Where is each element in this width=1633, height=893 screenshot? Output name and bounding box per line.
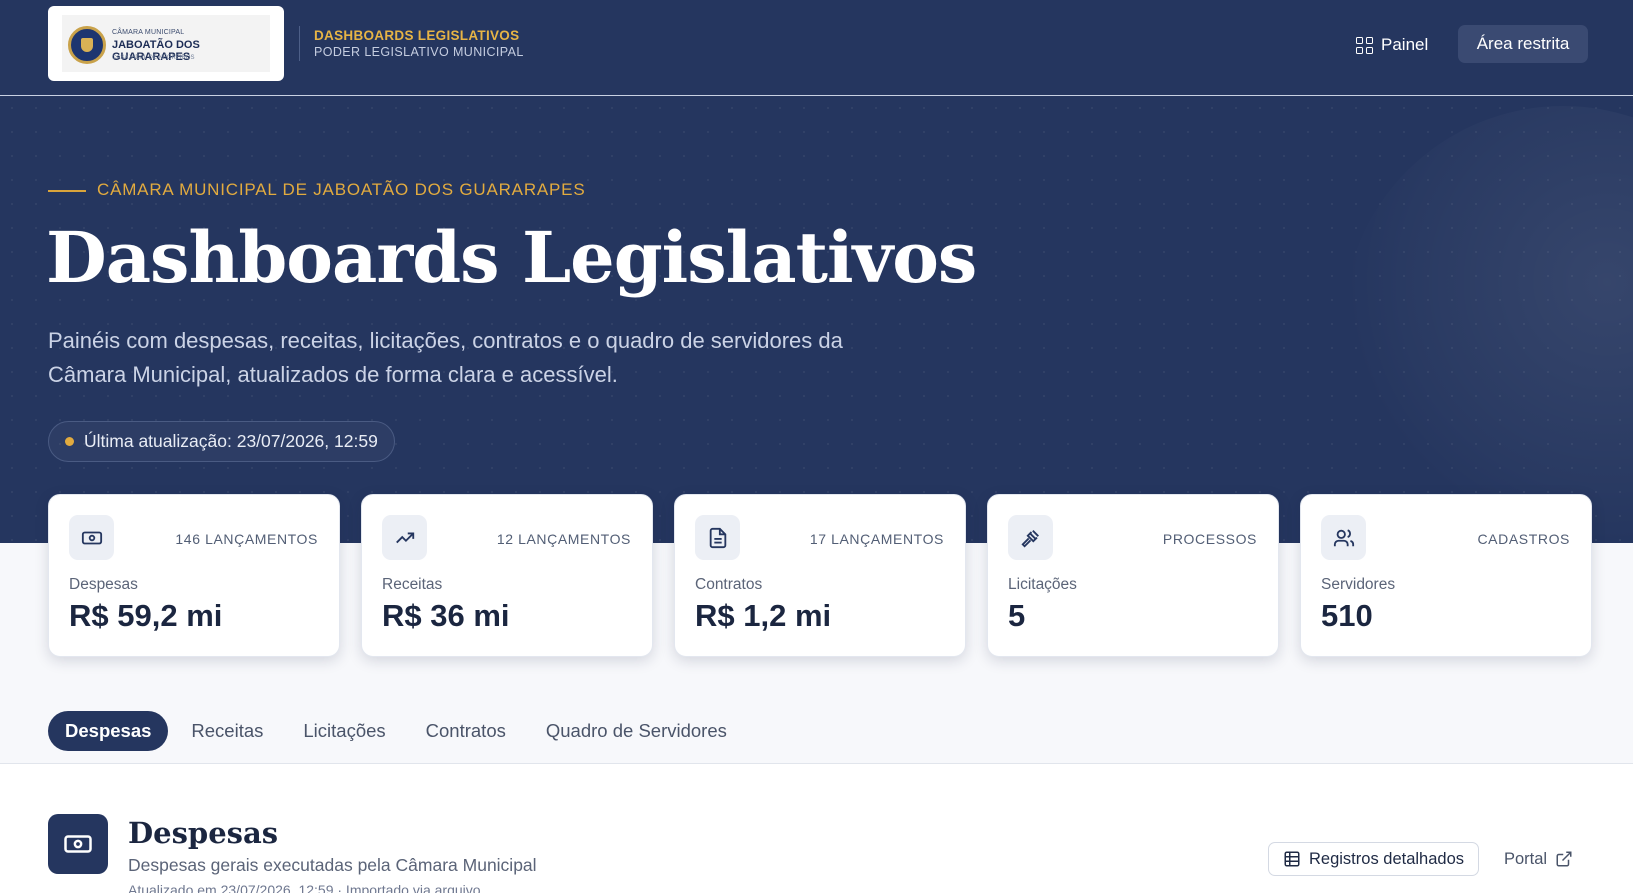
registros-label: Registros detalhados bbox=[1309, 849, 1465, 868]
external-link-icon bbox=[1556, 851, 1572, 867]
portal-label: Portal bbox=[1504, 849, 1548, 868]
registros-detalhados-button[interactable]: Registros detalhados bbox=[1268, 842, 1480, 876]
card-label: Receitas bbox=[382, 576, 443, 593]
brand-title: DASHBOARDS LEGISLATIVOS bbox=[314, 28, 520, 43]
section-meta: Atualizado em 23/07/2026, 12:59 · Import… bbox=[128, 882, 481, 893]
nav-painel-label: Painel bbox=[1381, 35, 1429, 54]
money-icon bbox=[48, 814, 108, 874]
logo-image: CÂMARA MUNICIPAL JABOATÃO DOS GUARARAPES… bbox=[62, 15, 270, 72]
hero-decoration bbox=[1343, 106, 1633, 543]
status-dot-icon bbox=[65, 437, 74, 446]
users-icon bbox=[1321, 515, 1366, 560]
camara-logo[interactable]: CÂMARA MUNICIPAL JABOATÃO DOS GUARARAPES… bbox=[48, 6, 284, 81]
card-badge: 12 LANÇAMENTOS bbox=[496, 531, 631, 547]
card-value: 5 bbox=[1008, 598, 1026, 633]
card-badge: PROCESSOS bbox=[1162, 531, 1257, 547]
tab-receitas[interactable]: Receitas bbox=[174, 711, 280, 751]
stat-card-receitas[interactable]: 12 LANÇAMENTOS Receitas R$ 36 mi bbox=[361, 494, 653, 657]
money-icon bbox=[69, 515, 114, 560]
card-value: R$ 1,2 mi bbox=[695, 598, 832, 633]
gavel-icon bbox=[1008, 515, 1053, 560]
card-label: Licitações bbox=[1008, 576, 1077, 593]
last-update-text: Última atualização: 23/07/2026, 12:59 bbox=[84, 431, 378, 451]
eyebrow-line bbox=[48, 190, 86, 192]
dashboard-tabs: Despesas Receitas Licitações Contratos Q… bbox=[48, 711, 750, 751]
brand-subtitle: PODER LEGISLATIVO MUNICIPAL bbox=[314, 45, 524, 59]
stat-card-contratos[interactable]: 17 LANÇAMENTOS Contratos R$ 1,2 mi bbox=[674, 494, 966, 657]
card-label: Servidores bbox=[1321, 576, 1396, 593]
despesas-section: Despesas Despesas gerais executadas pela… bbox=[0, 764, 1633, 893]
card-value: R$ 59,2 mi bbox=[69, 598, 223, 633]
last-update-badge: Última atualização: 23/07/2026, 12:59 bbox=[48, 421, 395, 462]
logo-small-text: CÂMARA MUNICIPAL bbox=[112, 29, 185, 36]
hero-section: CÂMARA MUNICIPAL DE JABOATÃO DOS GUARARA… bbox=[0, 96, 1633, 543]
stat-card-despesas[interactable]: 146 LANÇAMENTOS Despesas R$ 59,2 mi bbox=[48, 494, 340, 657]
seal-icon bbox=[68, 26, 106, 64]
dashboard-grid-icon bbox=[1356, 36, 1373, 54]
stat-cards: 146 LANÇAMENTOS Despesas R$ 59,2 mi 12 L… bbox=[48, 494, 1592, 657]
brand-divider bbox=[299, 26, 300, 61]
section-description: Despesas gerais executadas pela Câmara M… bbox=[128, 855, 537, 875]
card-label: Despesas bbox=[69, 576, 138, 593]
stat-card-licitacoes[interactable]: PROCESSOS Licitações 5 bbox=[987, 494, 1279, 657]
trending-up-icon bbox=[382, 515, 427, 560]
section-title: Despesas bbox=[128, 816, 279, 850]
tab-despesas[interactable]: Despesas bbox=[48, 711, 169, 751]
area-restrita-button[interactable]: Área restrita bbox=[1458, 25, 1588, 63]
top-navbar: CÂMARA MUNICIPAL JABOATÃO DOS GUARARAPES… bbox=[0, 0, 1633, 96]
nav-painel-link[interactable]: Painel bbox=[1356, 30, 1428, 60]
card-badge: CADASTROS bbox=[1477, 531, 1570, 547]
tab-contratos[interactable]: Contratos bbox=[409, 711, 523, 751]
card-label: Contratos bbox=[695, 576, 763, 593]
hero-description: Painéis com despesas, receitas, licitaçõ… bbox=[48, 328, 843, 387]
logo-sub-text: CASA VIDAL DE NEGREIROS bbox=[112, 55, 195, 61]
hero-eyebrow: CÂMARA MUNICIPAL DE JABOATÃO DOS GUARARA… bbox=[97, 180, 586, 199]
portal-link[interactable]: Portal bbox=[1504, 842, 1573, 876]
tab-licitacoes[interactable]: Licitações bbox=[286, 711, 402, 751]
tab-quadro-servidores[interactable]: Quadro de Servidores bbox=[529, 711, 744, 751]
card-value: 510 bbox=[1321, 598, 1373, 633]
page-title: Dashboards Legislativos bbox=[46, 216, 977, 299]
card-badge: 146 LANÇAMENTOS bbox=[175, 531, 318, 547]
card-value: R$ 36 mi bbox=[382, 598, 510, 633]
document-icon bbox=[695, 515, 740, 560]
card-badge: 17 LANÇAMENTOS bbox=[809, 531, 944, 547]
table-icon bbox=[1284, 851, 1300, 867]
stat-card-servidores[interactable]: CADASTROS Servidores 510 bbox=[1300, 494, 1592, 657]
